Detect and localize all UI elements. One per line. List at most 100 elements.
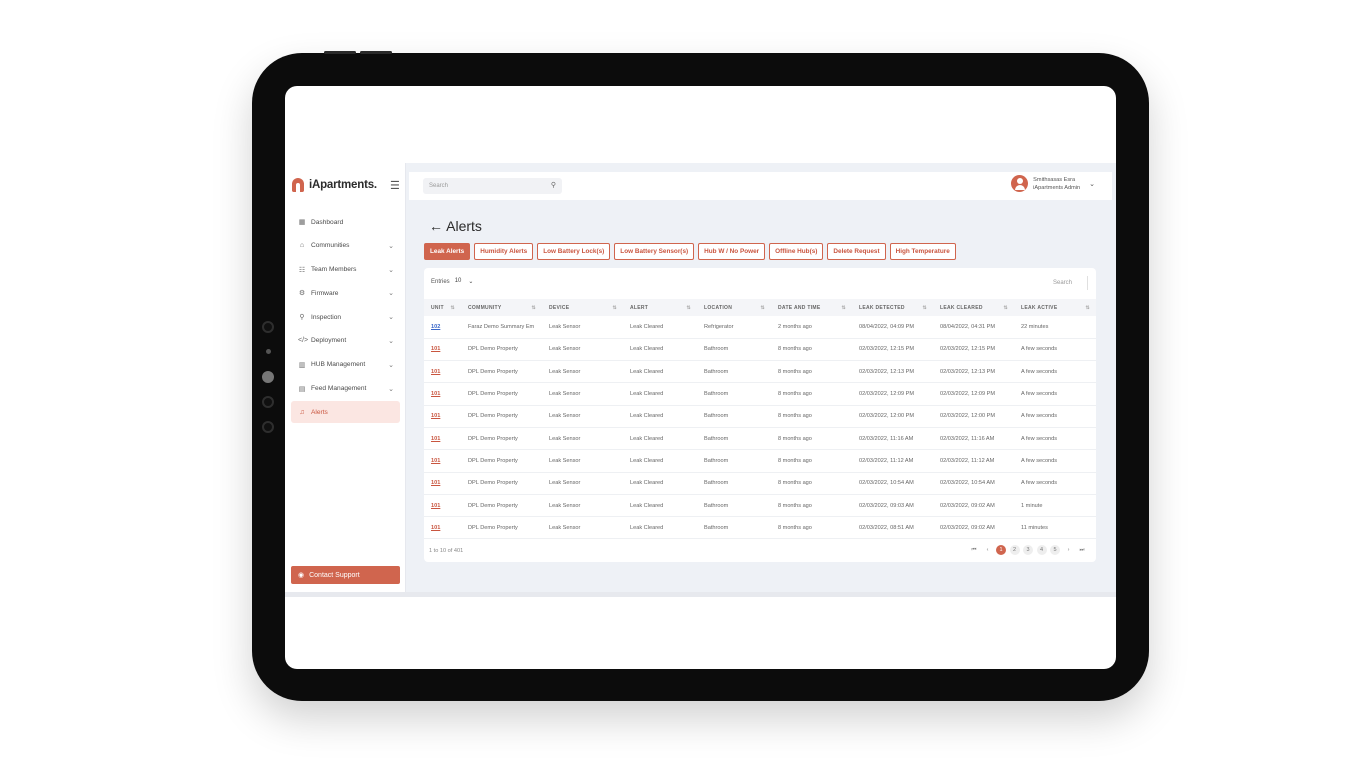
cell-community: DPL Demo Property <box>461 516 542 540</box>
column-header[interactable]: DATE AND TIME ⇅ <box>771 299 852 316</box>
column-header[interactable]: LEAK DETECTED ⇅ <box>852 299 933 316</box>
last-page-icon[interactable]: ⏭ <box>1077 545 1087 555</box>
unit-link[interactable]: 101 <box>424 449 461 473</box>
cell-leak-cleared: 02/03/2022, 12:09 PM <box>933 382 1014 406</box>
unit-link[interactable]: 101 <box>424 516 461 540</box>
cell-date-time: 2 months ago <box>771 316 852 339</box>
first-page-icon[interactable]: ⏮ <box>969 545 979 555</box>
unit-link[interactable]: 101 <box>424 338 461 362</box>
cell-alert: Leak Cleared <box>623 382 697 406</box>
cell-device: Leak Sensor <box>542 382 623 406</box>
cell-alert: Leak Cleared <box>623 472 697 495</box>
table-row: 101 DPL Demo Property Leak Sensor Leak C… <box>424 338 1096 362</box>
sidebar-item-deployment[interactable]: </> Deployment ⌄ <box>291 330 400 352</box>
pagination-summary: 1 to 10 of 401 <box>429 548 464 554</box>
table-search-input[interactable]: Search <box>983 276 1088 290</box>
app-window: iApartments. ☰ ▦ Dashboard ⌂ Communities… <box>285 163 1116 592</box>
tab-offline-hubs[interactable]: Offline Hub(s) <box>769 243 824 260</box>
tab-hub-no-power[interactable]: Hub W / No Power <box>698 243 766 260</box>
entries-dropdown[interactable]: 10 ⌄ <box>455 278 474 285</box>
sidebar-item-communities[interactable]: ⌂ Communities ⌄ <box>291 235 400 257</box>
prev-page-icon[interactable]: ‹ <box>983 545 993 555</box>
page-button-4[interactable]: 4 <box>1036 545 1047 555</box>
unit-link[interactable]: 102 <box>424 316 461 339</box>
sidebar-nav: ▦ Dashboard ⌂ Communities ⌄ ☷ Team Membe… <box>291 211 400 425</box>
dashboard-icon: ▦ <box>298 219 306 226</box>
cell-community: DPL Demo Property <box>461 382 542 406</box>
column-header[interactable]: DEVICE ⇅ <box>542 299 623 316</box>
contact-support-button[interactable]: ◉ Contact Support <box>291 566 400 584</box>
column-header-label: LEAK DETECTED <box>859 304 905 311</box>
cell-leak-cleared: 02/03/2022, 12:15 PM <box>933 338 1014 362</box>
chevron-down-icon: ⌄ <box>468 279 474 285</box>
sidebar-item-inspection[interactable]: ⚲ Inspection ⌄ <box>291 306 400 328</box>
cell-leak-detected: 02/03/2022, 09:03 AM <box>852 494 933 518</box>
column-header[interactable]: ALERT ⇅ <box>623 299 697 316</box>
cell-leak-cleared: 02/03/2022, 12:00 PM <box>933 405 1014 428</box>
search-icon: ⚲ <box>550 182 556 189</box>
sidebar: iApartments. ☰ ▦ Dashboard ⌂ Communities… <box>285 163 406 592</box>
sidebar-item-alerts[interactable]: ♫ Alerts <box>291 401 400 424</box>
page-button-2[interactable]: 2 <box>1009 545 1020 555</box>
sidebar-item-team-members[interactable]: ☷ Team Members ⌄ <box>291 259 400 281</box>
sidebar-item-dashboard[interactable]: ▦ Dashboard <box>291 211 400 233</box>
cell-alert: Leak Cleared <box>623 427 697 451</box>
column-header[interactable]: UNIT ⇅ <box>424 299 461 316</box>
unit-link[interactable]: 101 <box>424 427 461 451</box>
column-header[interactable]: COMMUNITY ⇅ <box>461 299 542 316</box>
cell-community: DPL Demo Property <box>461 360 542 384</box>
alerts-table-card: Entries 10 ⌄ Search UNIT ⇅ COMMUNITY ⇅ DEV… <box>424 268 1096 562</box>
cell-device: Leak Sensor <box>542 316 623 339</box>
tab-humidity-alerts[interactable]: Humidity Alerts <box>474 243 534 260</box>
entries-value: 10 <box>454 278 462 284</box>
table-row: 101 DPL Demo Property Leak Sensor Leak C… <box>424 516 1096 540</box>
cell-leak-cleared: 02/03/2022, 11:12 AM <box>933 449 1014 473</box>
column-header-label: DEVICE <box>549 304 570 311</box>
avatar <box>1011 175 1029 192</box>
cell-location: Bathroom <box>697 382 771 406</box>
gear-icon: ⚙ <box>298 290 306 298</box>
search-placeholder: Search <box>429 183 449 189</box>
cell-leak-detected: 02/03/2022, 12:00 PM <box>852 405 933 428</box>
column-header[interactable]: LEAK ACTIVE ⇅ <box>1014 299 1096 316</box>
sidebar-item-feed-management[interactable]: ▤ Feed Management ⌄ <box>291 378 400 400</box>
user-menu[interactable]: Smithsasas Esra iApartments Admin ⌄ <box>1011 175 1095 192</box>
sort-icon: ⇅ <box>1085 304 1090 311</box>
cell-location: Bathroom <box>697 338 771 362</box>
next-page-icon[interactable]: › <box>1064 545 1074 555</box>
back-arrow-icon[interactable]: ← <box>429 218 443 234</box>
code-icon: </> <box>298 337 309 345</box>
column-header[interactable]: LEAK CLEARED ⇅ <box>933 299 1014 316</box>
search-input[interactable]: Search ⚲ <box>423 178 562 194</box>
page-button-1[interactable]: 1 <box>996 545 1006 555</box>
cell-date-time: 8 months ago <box>771 338 852 362</box>
tab-low-battery-sensors[interactable]: Low Battery Sensor(s) <box>614 243 695 260</box>
tab-low-battery-locks[interactable]: Low Battery Lock(s) <box>537 243 611 260</box>
sidebar-item-hub-management[interactable]: ▥ HUB Management ⌄ <box>291 354 400 376</box>
cell-leak-cleared: 08/04/2022, 04:31 PM <box>933 316 1014 339</box>
cell-date-time: 8 months ago <box>771 382 852 406</box>
column-header[interactable]: LOCATION ⇅ <box>697 299 771 316</box>
unit-link[interactable]: 101 <box>424 360 461 384</box>
contact-support-label: Contact Support <box>309 571 360 579</box>
unit-link[interactable]: 101 <box>424 494 461 518</box>
logo[interactable]: iApartments. <box>292 178 377 192</box>
sidebar-item-label: Communities <box>311 242 350 250</box>
support-icon: ◉ <box>298 572 305 579</box>
user-role: iApartments Admin <box>1033 184 1081 191</box>
tab-high-temperature[interactable]: High Temperature <box>889 243 956 260</box>
cell-location: Bathroom <box>697 472 771 495</box>
sidebar-item-firmware[interactable]: ⚙ Firmware ⌄ <box>291 282 400 304</box>
column-header-label: DATE AND TIME <box>778 304 821 311</box>
cell-alert: Leak Cleared <box>623 494 697 518</box>
tab-leak-alerts[interactable]: Leak Alerts <box>424 243 471 260</box>
unit-link[interactable]: 101 <box>424 405 461 428</box>
unit-link[interactable]: 101 <box>424 382 461 406</box>
unit-link[interactable]: 101 <box>424 472 461 495</box>
hamburger-icon[interactable]: ☰ <box>390 179 400 192</box>
tab-delete-request[interactable]: Delete Request <box>827 243 886 260</box>
page-button-5[interactable]: 5 <box>1050 545 1060 555</box>
page-button-3[interactable]: 3 <box>1023 545 1033 555</box>
sort-icon: ⇅ <box>1003 304 1008 311</box>
app-bottom-edge <box>285 592 1116 597</box>
